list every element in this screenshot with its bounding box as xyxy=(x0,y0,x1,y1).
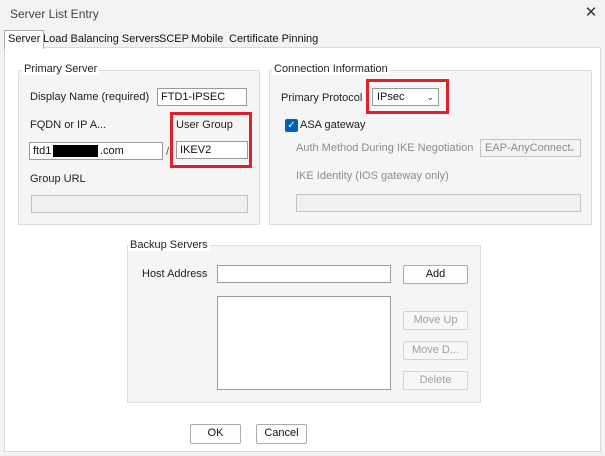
ike-identity-label: IKE Identity (IOS gateway only) xyxy=(296,170,449,182)
asa-gateway-checkbox[interactable]: ✓ xyxy=(285,119,298,132)
chevron-down-icon: ⌄ xyxy=(568,143,576,153)
title-bar: Server List Entry ✕ xyxy=(0,0,605,30)
display-name-input[interactable]: FTD1-IPSEC xyxy=(157,88,247,106)
primary-protocol-label: Primary Protocol xyxy=(281,92,363,104)
move-up-button[interactable]: Move Up xyxy=(403,311,468,330)
ok-button[interactable]: OK xyxy=(190,424,241,444)
fqdn-label: FQDN or IP A... xyxy=(30,119,107,131)
tab-server[interactable]: Server xyxy=(4,30,45,49)
auth-method-value: EAP-AnyConnect xyxy=(485,142,571,154)
backup-servers-group-label: Backup Servers xyxy=(128,239,210,251)
auth-method-select[interactable]: EAP-AnyConnect ⌄ xyxy=(480,139,581,157)
close-icon[interactable]: ✕ xyxy=(582,4,600,22)
fqdn-value-suffix: .com xyxy=(100,145,124,157)
tab-mobile[interactable]: Mobile xyxy=(188,31,226,48)
highlight-box-primary-protocol xyxy=(366,79,449,114)
cancel-button[interactable]: Cancel xyxy=(256,424,307,444)
auth-method-label: Auth Method During IKE Negotiation xyxy=(296,142,474,154)
move-down-button[interactable]: Move D... xyxy=(403,341,468,360)
tab-load-balancing-servers[interactable]: Load Balancing Servers xyxy=(40,31,163,48)
tab-certificate-pinning[interactable]: Certificate Pinning xyxy=(226,31,321,48)
asa-gateway-label: ASA gateway xyxy=(300,119,366,131)
ike-identity-input[interactable] xyxy=(296,194,581,212)
host-address-input[interactable] xyxy=(217,265,391,283)
delete-button[interactable]: Delete xyxy=(403,371,468,390)
backup-servers-list[interactable] xyxy=(217,296,391,390)
group-url-input[interactable] xyxy=(31,195,248,213)
window-title: Server List Entry xyxy=(10,7,99,21)
primary-server-group-label: Primary Server xyxy=(22,63,100,75)
check-icon: ✓ xyxy=(287,120,296,131)
connection-information-group-label: Connection Information xyxy=(272,63,390,75)
tab-strip: Server Load Balancing Servers SCEP Mobil… xyxy=(4,30,600,49)
tab-scep[interactable]: SCEP xyxy=(156,31,192,48)
redaction-bar xyxy=(53,145,98,157)
fqdn-input[interactable]: ftd1 .com xyxy=(29,142,163,160)
display-name-label: Display Name (required) xyxy=(30,91,150,103)
highlight-box-user-group xyxy=(170,112,252,168)
fqdn-value-prefix: ftd1 xyxy=(33,145,52,157)
host-address-label: Host Address xyxy=(142,268,208,280)
add-button[interactable]: Add xyxy=(403,265,468,284)
fqdn-separator: / xyxy=(166,146,170,158)
group-url-label: Group URL xyxy=(30,173,86,185)
